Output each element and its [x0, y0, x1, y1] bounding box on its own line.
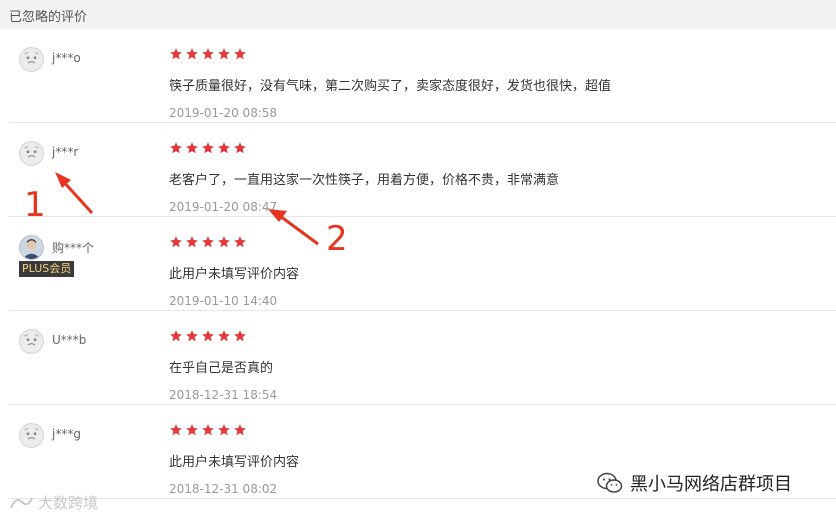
reviewer-name[interactable]: U***b [52, 333, 86, 347]
star-icon [202, 424, 214, 436]
star-icon [170, 330, 182, 342]
star-icon [170, 48, 182, 60]
star-icon [170, 142, 182, 154]
star-icon [186, 236, 198, 248]
review-date: 2019-01-10 14:40 [169, 294, 278, 308]
reviewer-name[interactable]: 购***个 [52, 239, 94, 256]
star-icon [234, 424, 246, 436]
annotation-marker-2: 2 [326, 219, 348, 259]
star-icon [234, 48, 246, 60]
review-content: 在乎自己是否真的 [169, 361, 274, 376]
review-date: 2018-12-31 18:54 [169, 388, 278, 402]
review-item: U***b 在乎自己是否真的 2018-12-31 18:54 [9, 311, 836, 405]
star-rating [169, 329, 247, 345]
reviewer-name[interactable]: j***g [52, 427, 81, 441]
star-icon [202, 48, 214, 60]
review-date: 2019-01-20 08:58 [169, 106, 278, 120]
star-icon [186, 142, 198, 154]
reviewer-name[interactable]: j***r [52, 145, 78, 159]
default-avatar-icon [19, 329, 44, 354]
review-item: 购***个 PLUS会员 此用户未填写评价内容 2019-01-10 14:40 [9, 217, 836, 311]
review-content: 此用户未填写评价内容 [169, 267, 300, 282]
star-icon [186, 330, 198, 342]
review-date: 2019-01-20 08:47 [169, 200, 278, 214]
watermark-right: 黑小马网络店群项目 [596, 470, 792, 496]
review-content: 筷子质量很好，没有气味，第二次购买了，卖家态度很好，发货也很快，超值 [169, 79, 612, 94]
star-rating [169, 423, 247, 439]
star-icon [234, 142, 246, 154]
star-icon [234, 236, 246, 248]
plus-member-badge: PLUS会员 [19, 261, 75, 277]
star-rating [169, 47, 247, 63]
star-icon [218, 330, 230, 342]
star-icon [202, 142, 214, 154]
header-title: 已忽略的评价 [9, 10, 88, 25]
star-icon [170, 424, 182, 436]
watermark-right-text: 黑小马网络店群项目 [630, 474, 792, 495]
default-avatar-icon [19, 47, 44, 72]
star-rating [169, 235, 247, 251]
watermark-left: 大数跨境 [8, 492, 98, 513]
star-icon [218, 142, 230, 154]
review-item: j***o 筷子质量很好，没有气味，第二次购买了，卖家态度很好，发货也很快，超值… [9, 29, 836, 123]
review-content: 此用户未填写评价内容 [169, 455, 300, 470]
star-icon [218, 424, 230, 436]
star-icon [186, 48, 198, 60]
reviewer-name[interactable]: j***o [52, 51, 81, 65]
ignored-reviews-header: 已忽略的评价 [0, 0, 836, 29]
watermark-left-text: 大数跨境 [38, 494, 99, 512]
review-list: j***o 筷子质量很好，没有气味，第二次购买了，卖家态度很好，发货也很快，超值… [0, 29, 836, 499]
star-icon [170, 236, 182, 248]
default-avatar-icon [19, 141, 44, 166]
star-icon [186, 424, 198, 436]
star-icon [202, 236, 214, 248]
watermark-logo-icon [10, 497, 33, 508]
star-icon [234, 330, 246, 342]
default-avatar-icon [19, 423, 44, 448]
user-photo-avatar [19, 235, 44, 260]
review-content: 老客户了，一直用这家一次性筷子，用着方便，价格不贵，非常满意 [169, 173, 560, 188]
wechat-icon [597, 472, 623, 493]
star-icon [218, 48, 230, 60]
review-date: 2018-12-31 08:02 [169, 482, 278, 496]
review-item: j***r 老客户了，一直用这家一次性筷子，用着方便，价格不贵，非常满意 201… [9, 123, 836, 217]
star-icon [218, 236, 230, 248]
star-rating [169, 141, 247, 157]
annotation-marker-1: 1 [24, 185, 46, 225]
star-icon [202, 330, 214, 342]
